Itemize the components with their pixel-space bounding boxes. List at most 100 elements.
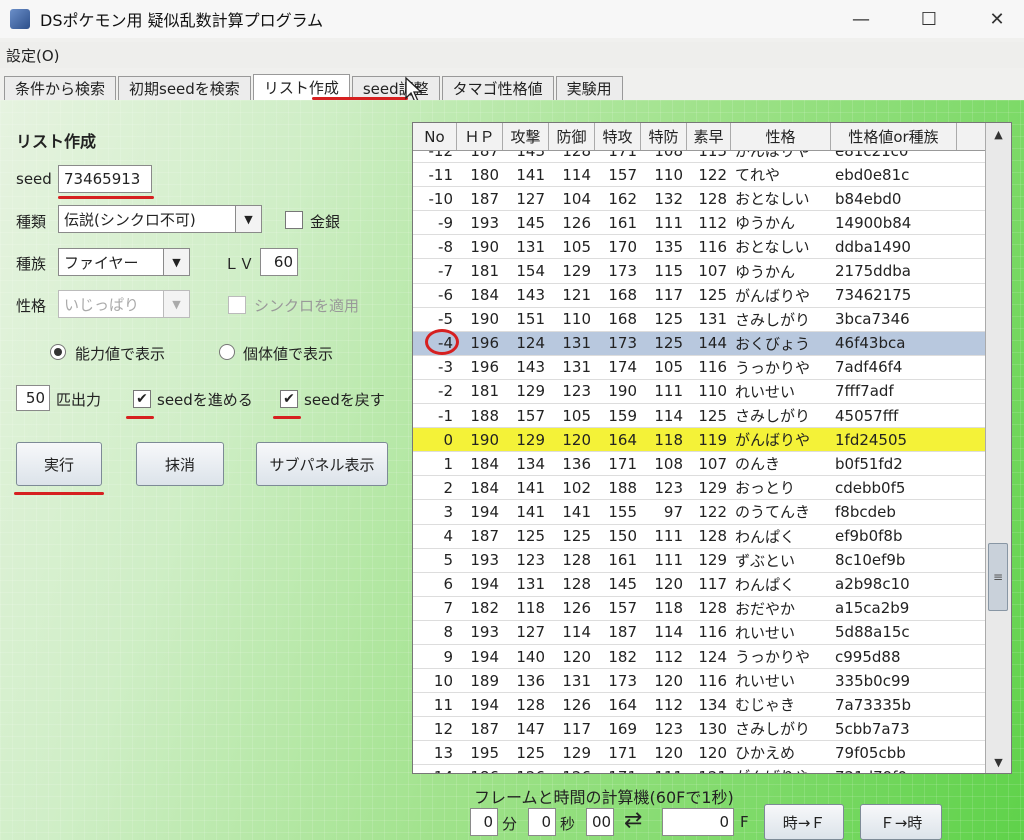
seed-input[interactable]: 73465913 xyxy=(58,165,152,193)
table-row[interactable]: -6 184 143 121 168 117 125 がんばりや 73462175 xyxy=(413,284,985,308)
table-cell: 123 xyxy=(516,551,545,570)
table-row[interactable]: 12 187 147 117 169 123 130 さみしがり 5cbb7a73 xyxy=(413,717,985,742)
column-header[interactable]: 性格値or種族 xyxy=(831,123,957,150)
scroll-thumb[interactable]: ≡ xyxy=(988,543,1008,611)
table-cell: 134 xyxy=(516,454,545,473)
subsecond-input[interactable]: 00 xyxy=(586,808,614,836)
table-cell: 2175ddba xyxy=(835,262,911,281)
table-row[interactable]: -4 196 124 131 173 125 144 おくびょう 46f43bca xyxy=(413,331,985,356)
minutes-input[interactable]: 0 xyxy=(470,808,498,836)
table-cell: れいせい xyxy=(735,623,796,642)
tab-search-initial-seed[interactable]: 初期seedを検索 xyxy=(118,76,251,100)
minimize-button[interactable]: — xyxy=(834,0,888,38)
column-header[interactable]: 攻撃 xyxy=(503,123,549,150)
table-cell: 7 xyxy=(443,599,453,618)
kind-select[interactable]: 伝説(シンクロ不可) ▼ xyxy=(58,205,262,233)
table-row[interactable]: -10 187 127 104 162 132 128 おとなしい b84ebd0 xyxy=(413,187,985,212)
menu-settings[interactable]: 設定(O) xyxy=(6,45,60,66)
table-row[interactable]: -11 180 141 114 157 110 122 てれや ebd0e81c xyxy=(413,163,985,188)
tab-egg-nature[interactable]: タマゴ性格値 xyxy=(441,76,554,100)
table-cell: 5 xyxy=(443,551,453,570)
table-row[interactable]: 6 194 131 128 145 120 117 わんぱく a2b98c10 xyxy=(413,573,985,597)
column-header[interactable]: 防御 xyxy=(549,123,595,150)
radio-selected-dot xyxy=(54,348,62,356)
column-header[interactable]: 性格 xyxy=(731,123,831,150)
table-cell: 193 xyxy=(470,551,499,570)
table-row[interactable]: 8 193 127 114 187 114 116 れいせい 5d88a15c xyxy=(413,621,985,645)
run-button[interactable]: 実行 xyxy=(16,442,102,486)
table-row[interactable]: -8 190 131 105 170 135 116 おとなしい ddba1490 xyxy=(413,235,985,260)
table-row[interactable]: -9 193 145 126 161 111 112 ゆうかん 14900b84 xyxy=(413,211,985,236)
column-header[interactable]: No xyxy=(413,123,457,150)
table-cell: 118 xyxy=(654,599,683,618)
table-row[interactable]: 5 193 123 128 161 111 129 ずぶとい 8c10ef9b xyxy=(413,549,985,573)
clear-button[interactable]: 抹消 xyxy=(136,442,224,486)
table-cell: 173 xyxy=(608,671,637,690)
tab-experiment[interactable]: 実験用 xyxy=(555,76,623,100)
column-header[interactable]: 特攻 xyxy=(595,123,641,150)
table-row[interactable]: -12187143128171108115 がんばりや e81c21c0 xyxy=(413,151,985,164)
table-cell: 171 xyxy=(608,454,637,473)
column-header[interactable]: 素早 xyxy=(687,123,731,150)
table-row[interactable]: -2 181 129 123 190 111 110 れいせい 7fff7adf xyxy=(413,380,985,405)
table-row[interactable]: -3 196 143 131 174 105 116 うっかりや 7adf46f4 xyxy=(413,356,985,380)
table-row[interactable]: 10 189 136 131 173 120 116 れいせい 335b0c99 xyxy=(413,669,985,694)
table-row[interactable]: 1 184 134 136 171 108 107 のんき b0f51fd2 xyxy=(413,452,985,477)
vertical-scrollbar[interactable]: ▲ ≡ ▼ xyxy=(985,123,1011,773)
table-row[interactable]: 3 194 141 141 155 97 122 のうてんき f8bcdeb xyxy=(413,500,985,525)
table-cell: 126 xyxy=(549,765,595,773)
table-row[interactable]: -5 190 151 110 168 125 131 さみしがり 3bca7346 xyxy=(413,308,985,332)
table-cell: 14 xyxy=(413,765,457,773)
table-cell: 144 xyxy=(698,334,727,353)
table-cell: わんぱく xyxy=(735,527,796,546)
table-row[interactable]: 4 187 125 125 150 111 128 わんぱく ef9b0f8b xyxy=(413,525,985,549)
close-button[interactable]: ✕ xyxy=(970,0,1024,38)
lv-input[interactable]: 60 xyxy=(260,248,298,276)
table-row[interactable]: 11 194 128 126 164 112 134 むじゃき 7a73335b xyxy=(413,693,985,718)
species-select[interactable]: ファイヤー ▼ xyxy=(58,248,190,276)
table-row[interactable]: 14186126126171111121がんばりや721d79f0 xyxy=(413,765,985,773)
time-to-frame-button[interactable]: 時→Ｆ xyxy=(764,804,844,840)
gold-silver-checkbox[interactable] xyxy=(285,211,303,229)
table-cell: 14900b84 xyxy=(835,213,912,232)
table-cell: 129 xyxy=(698,478,727,497)
scroll-up-icon[interactable]: ▲ xyxy=(986,123,1011,145)
frames-input[interactable]: 0 xyxy=(662,808,734,836)
frame-to-time-button[interactable]: Ｆ→時 xyxy=(860,804,942,840)
table-cell: 105 xyxy=(562,406,591,425)
table-cell: -1 xyxy=(438,406,453,425)
radio-stats[interactable] xyxy=(50,344,66,360)
table-cell: 143 xyxy=(503,151,549,162)
maximize-button[interactable]: ☐ xyxy=(902,0,956,38)
table-row[interactable]: 7 182 118 126 157 118 128 おだやか a15ca2b9 xyxy=(413,597,985,621)
radio-ivs[interactable] xyxy=(219,344,235,360)
tab-search-conditions[interactable]: 条件から検索 xyxy=(4,76,117,100)
table-row[interactable]: 0 190 129 120 164 118 119 がんばりや 1fd24505 xyxy=(413,428,985,453)
subpanel-button[interactable]: サブパネル表示 xyxy=(256,442,388,486)
table-row[interactable]: 13 195 125 129 171 120 120 ひかえめ 79f05cbb xyxy=(413,741,985,766)
table-cell: 111 xyxy=(654,527,683,546)
table-row[interactable]: 2 184 141 102 188 123 129 おっとり cdebb0f5 xyxy=(413,476,985,501)
species-select-value: ファイヤー xyxy=(64,253,139,272)
table-cell: 136 xyxy=(516,671,545,690)
back-seed-checkbox[interactable]: ✔ xyxy=(280,390,298,408)
table-row[interactable]: 9 194 140 120 182 112 124 うっかりや c995d88 xyxy=(413,645,985,670)
column-header[interactable]: 特防 xyxy=(641,123,687,150)
column-header[interactable]: ＨＰ xyxy=(457,123,503,150)
table-cell: 173 xyxy=(608,334,637,353)
lv-label: ＬＶ xyxy=(224,255,255,273)
table-row[interactable]: -7 181 154 129 173 115 107 ゆうかん 2175ddba xyxy=(413,259,985,284)
table-cell: 136 xyxy=(562,454,591,473)
result-table[interactable]: No ＨＰ 攻撃 防御 特攻 特防 素早 性格 性格値or種族 -1218714… xyxy=(412,122,1012,774)
java-app-icon xyxy=(10,9,30,29)
output-count-input[interactable]: 50 xyxy=(16,385,50,411)
table-cell: -11 xyxy=(428,165,454,184)
table-cell: 130 xyxy=(698,719,727,738)
table-cell: 188 xyxy=(608,478,637,497)
advance-seed-checkbox[interactable]: ✔ xyxy=(133,390,151,408)
table-row[interactable]: -1 188 157 105 159 114 125 さみしがり 45057fff xyxy=(413,404,985,429)
table-cell: むじゃき xyxy=(735,696,796,715)
table-cell: 112 xyxy=(654,695,683,714)
scroll-down-icon[interactable]: ▼ xyxy=(986,751,1011,773)
seconds-input[interactable]: 0 xyxy=(528,808,556,836)
